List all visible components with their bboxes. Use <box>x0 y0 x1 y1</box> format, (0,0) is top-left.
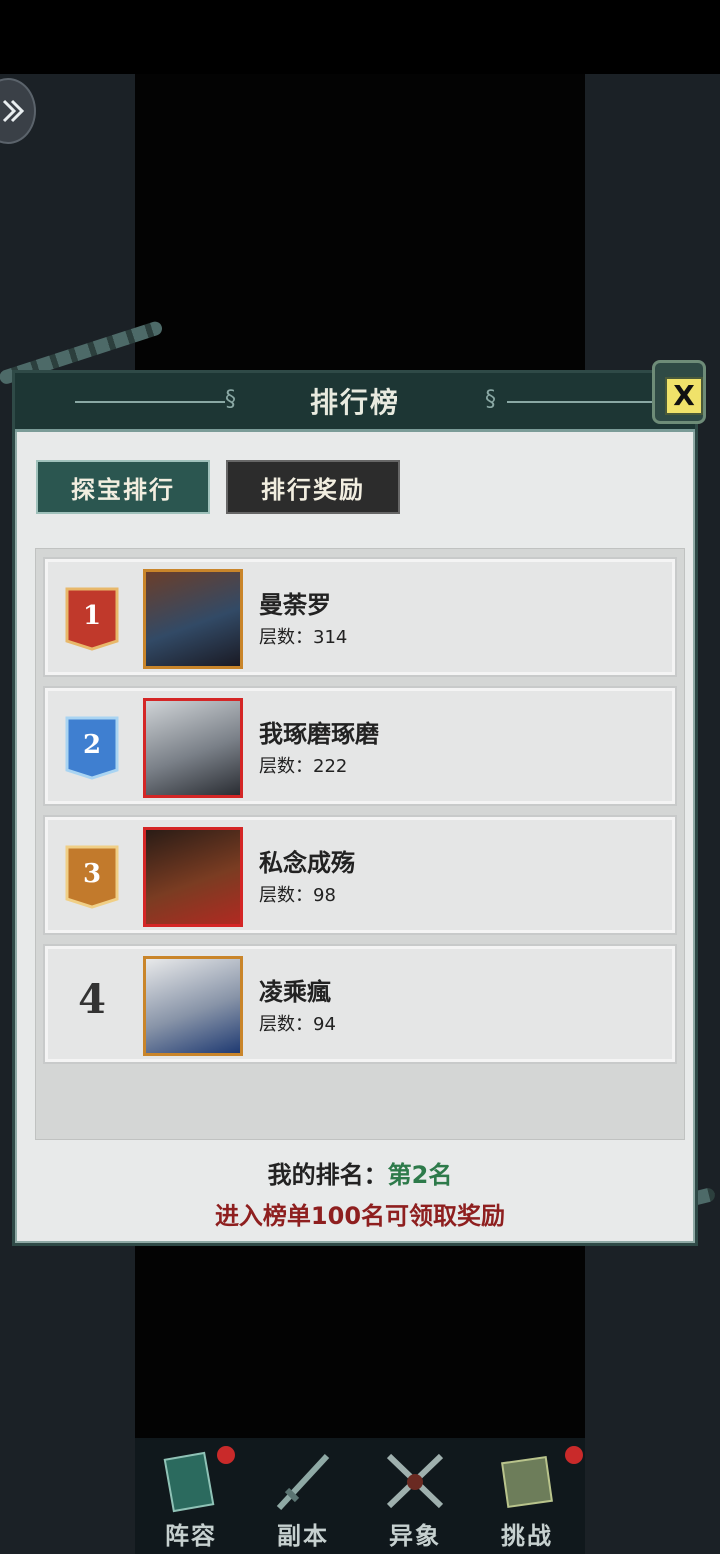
reward-note: 进入榜单100名可领取奖励 <box>214 1202 506 1230</box>
sword-icon <box>276 1453 330 1511</box>
avatar[interactable] <box>143 827 243 927</box>
notification-badge <box>565 1446 583 1464</box>
rank-number: 2 <box>82 730 102 760</box>
floors-value: 98 <box>313 885 336 906</box>
header-ornament-right: § <box>485 387 496 412</box>
crossed-swords-icon <box>386 1453 444 1509</box>
bottom-nav: 阵容 副本 异象 挑战 <box>135 1438 585 1554</box>
nav-item-challenge[interactable]: 挑战 <box>471 1438 583 1554</box>
avatar[interactable] <box>143 956 243 1056</box>
nav-item-lineup[interactable]: 阵容 <box>135 1438 247 1554</box>
nav-label: 副本 <box>277 1522 329 1550</box>
notification-badge <box>217 1446 235 1464</box>
scroll-icon <box>501 1456 553 1508</box>
player-name: 曼荼罗 <box>259 591 331 619</box>
tab-ranking-rewards[interactable]: 排行奖励 <box>226 460 400 514</box>
player-floors: 层数：94 <box>259 1010 336 1036</box>
header-ornament-left: § <box>225 387 236 412</box>
close-icon: X <box>665 377 703 415</box>
panel-header: § 排行榜 § <box>15 373 695 432</box>
ranking-row-1[interactable]: 1 曼荼罗 层数：314 <box>43 557 677 677</box>
floors-value: 314 <box>313 627 348 648</box>
lantern-frame: X <box>652 360 706 424</box>
floors-label: 层数： <box>259 627 313 648</box>
player-floors: 层数：314 <box>259 623 347 649</box>
player-name: 我琢磨琢磨 <box>259 720 379 748</box>
rank-number: 1 <box>82 601 102 631</box>
nav-label: 异象 <box>389 1522 441 1550</box>
player-floors: 层数：98 <box>259 881 336 907</box>
avatar[interactable] <box>143 569 243 669</box>
nav-item-dungeon[interactable]: 副本 <box>247 1438 359 1554</box>
my-rank-label: 我的排名： <box>267 1161 388 1189</box>
nav-label: 阵容 <box>165 1522 217 1550</box>
ranking-row-4[interactable]: 4 凌乘瘋 层数：94 <box>43 944 677 1064</box>
floors-label: 层数： <box>259 756 313 777</box>
floors-value: 222 <box>313 756 348 777</box>
floors-label: 层数： <box>259 1014 313 1035</box>
player-floors: 层数：222 <box>259 752 347 778</box>
tab-treasure-ranking[interactable]: 探宝排行 <box>36 460 210 514</box>
my-rank-value: 第2名 <box>387 1161 453 1189</box>
nav-label: 挑战 <box>501 1522 553 1550</box>
player-name: 私念成殇 <box>259 849 355 877</box>
my-rank: 我的排名：第2名 <box>0 1155 720 1190</box>
panel-title: 排行榜 <box>309 386 400 419</box>
avatar[interactable] <box>143 698 243 798</box>
double-chevron-icon <box>2 99 25 123</box>
close-button[interactable]: X <box>648 346 710 436</box>
nav-item-phenomenon[interactable]: 异象 <box>359 1438 471 1554</box>
ranking-row-2[interactable]: 2 我琢磨琢磨 层数：222 <box>43 686 677 806</box>
ranking-row-3[interactable]: 3 私念成殇 层数：98 <box>43 815 677 935</box>
header-divider-left <box>75 401 225 403</box>
floors-value: 94 <box>313 1014 336 1035</box>
player-name: 凌乘瘋 <box>259 978 331 1006</box>
floors-label: 层数： <box>259 885 313 906</box>
header-divider-right <box>507 401 657 403</box>
rank-number: 3 <box>82 859 102 889</box>
rank-number: 4 <box>78 976 106 1023</box>
